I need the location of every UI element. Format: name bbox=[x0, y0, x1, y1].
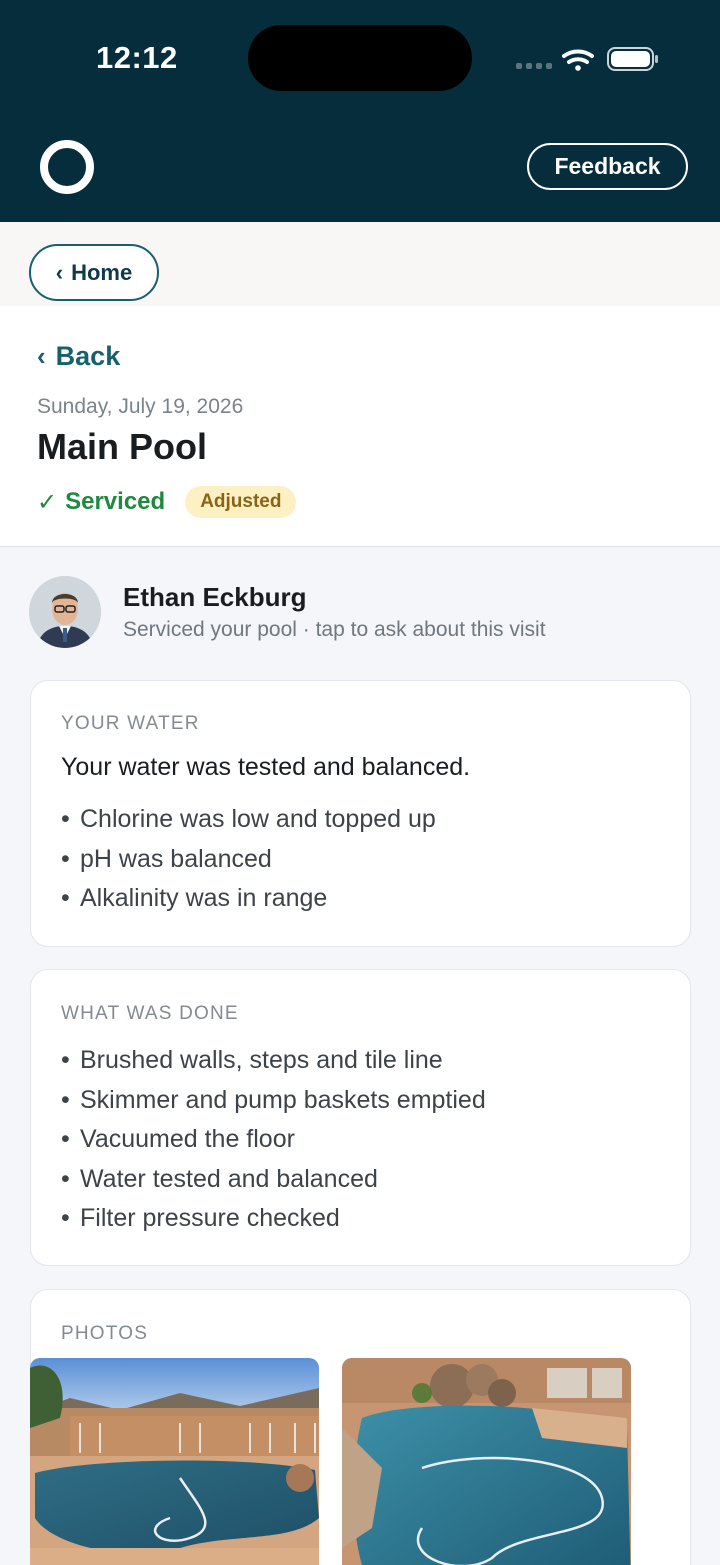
status-icons bbox=[516, 47, 658, 71]
photos-card-label: PHOTOS bbox=[61, 1323, 149, 1344]
wifi-icon bbox=[562, 49, 594, 71]
status-time: 12:12 bbox=[96, 40, 178, 75]
home-button[interactable]: ‹ Home bbox=[29, 244, 159, 301]
back-link[interactable]: ‹ Back bbox=[37, 341, 120, 372]
visit-date: Sunday, July 19, 2026 bbox=[37, 395, 244, 418]
work-list: • Brushed walls, steps and tile line • Ski… bbox=[61, 1041, 486, 1239]
water-card: YOUR WATER Your water was tested and bal… bbox=[30, 680, 691, 947]
pool-photo[interactable] bbox=[342, 1358, 631, 1565]
list-item: • Alkalinity was in range bbox=[61, 884, 328, 912]
water-list: • Chlorine was low and topped up • pH was … bbox=[61, 800, 436, 919]
pool-photo[interactable] bbox=[30, 1358, 319, 1565]
technician-row[interactable]: Ethan Eckburg Serviced your pool · tap t… bbox=[29, 576, 689, 648]
battery-icon bbox=[607, 47, 658, 71]
work-card-label: WHAT WAS DONE bbox=[61, 1003, 239, 1024]
brand-ring-icon[interactable] bbox=[40, 140, 94, 194]
signal-icon bbox=[516, 63, 552, 69]
list-item: • Water tested and balanced bbox=[61, 1164, 378, 1193]
avatar bbox=[29, 576, 101, 648]
app-header: 12:12 Feedback bbox=[0, 0, 720, 222]
work-card: WHAT WAS DONE • Brushed walls, steps and … bbox=[30, 969, 691, 1266]
status-row: ✓ Serviced Adjusted bbox=[37, 486, 297, 518]
list-item: • Filter pressure checked bbox=[61, 1204, 340, 1232]
home-label: Home bbox=[71, 259, 133, 285]
adjusted-badge: Adjusted bbox=[185, 486, 297, 518]
back-label: Back bbox=[55, 341, 121, 371]
chevron-left-icon: ‹ bbox=[37, 341, 46, 371]
chevron-left-icon: ‹ bbox=[55, 259, 64, 285]
list-item: • pH was balanced bbox=[61, 844, 272, 873]
list-item: • Brushed walls, steps and tile line bbox=[61, 1046, 443, 1074]
serviced-label: Serviced bbox=[65, 488, 166, 515]
photo-strip bbox=[30, 1358, 631, 1565]
checkmark-icon: ✓ bbox=[37, 488, 58, 516]
feedback-button[interactable]: Feedback bbox=[527, 143, 688, 190]
technician-subtitle: Serviced your pool · tap to ask about th… bbox=[123, 618, 546, 641]
water-summary: Your water was tested and balanced. bbox=[61, 753, 471, 781]
list-item: • Chlorine was low and topped up bbox=[61, 805, 436, 833]
list-item: • Vacuumed the floor bbox=[61, 1125, 295, 1153]
list-item: • Skimmer and pump baskets emptied bbox=[61, 1085, 486, 1114]
water-card-label: YOUR WATER bbox=[61, 713, 200, 734]
dynamic-island bbox=[248, 25, 472, 91]
page-title: Main Pool bbox=[37, 426, 207, 467]
serviced-status: ✓ Serviced bbox=[37, 488, 165, 517]
technician-name: Ethan Eckburg bbox=[123, 582, 307, 612]
